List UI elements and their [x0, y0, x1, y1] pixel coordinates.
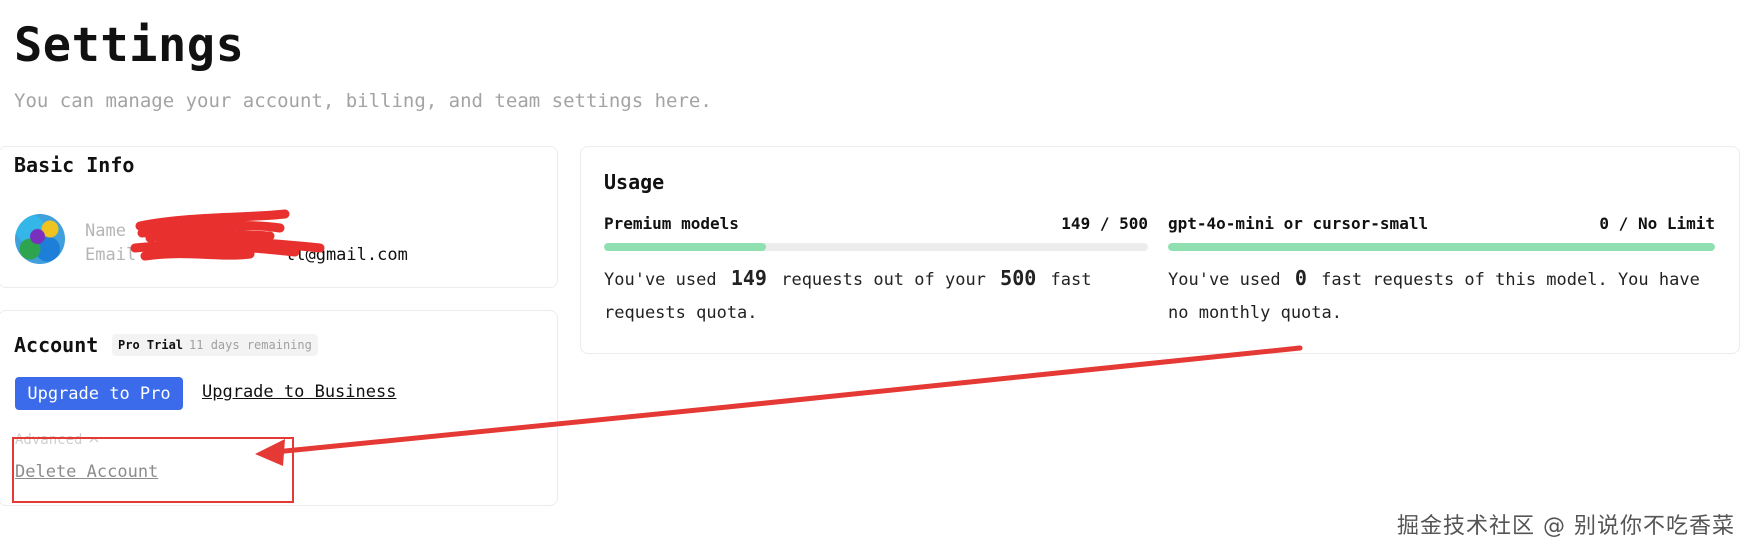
annotation-highlight-box	[12, 437, 294, 503]
premium-models-title: Premium models	[604, 214, 739, 233]
mini-models-title: gpt-4o-mini or cursor-small	[1168, 214, 1429, 233]
plan-badge: Pro Trial 11 days remaining	[112, 334, 318, 356]
page-subtitle: You can manage your account, billing, an…	[14, 90, 712, 112]
basic-info-heading: Basic Info	[14, 153, 135, 177]
premium-limit-number: 500	[1000, 266, 1037, 290]
premium-text-before: You've used	[604, 270, 717, 290]
mini-used-number: 0	[1294, 266, 1307, 290]
mini-usage-fill	[1168, 243, 1715, 251]
plan-badge-label: Pro Trial	[118, 338, 184, 352]
trial-remaining: 11 days remaining	[189, 338, 312, 352]
upgrade-to-business-link[interactable]: Upgrade to Business	[202, 382, 396, 402]
mini-models-count: 0 / No Limit	[1599, 214, 1715, 233]
account-heading: Account	[14, 333, 99, 357]
mini-text-before: You've used	[1168, 270, 1281, 290]
mini-usage-bar	[1168, 243, 1715, 251]
premium-text-middle: requests out of your	[781, 270, 986, 290]
premium-usage-bar	[604, 243, 1148, 251]
premium-used-number: 149	[730, 266, 767, 290]
watermark: 掘金技术社区 @ 别说你不吃香菜	[1397, 514, 1735, 539]
email-label: Email	[85, 245, 137, 265]
avatar	[15, 214, 65, 264]
premium-models-count: 149 / 500	[1061, 214, 1148, 233]
redaction-scribble	[130, 209, 325, 261]
upgrade-to-pro-button[interactable]: Upgrade to Pro	[15, 377, 183, 410]
premium-usage-fill	[604, 243, 767, 251]
usage-heading: Usage	[604, 170, 665, 194]
mini-usage-text: You've used 0 fast requests of this mode…	[1168, 262, 1708, 330]
premium-usage-text: You've used 149 requests out of your 500…	[604, 262, 1124, 330]
page-title: Settings	[14, 18, 245, 73]
name-label: Name	[85, 221, 126, 241]
